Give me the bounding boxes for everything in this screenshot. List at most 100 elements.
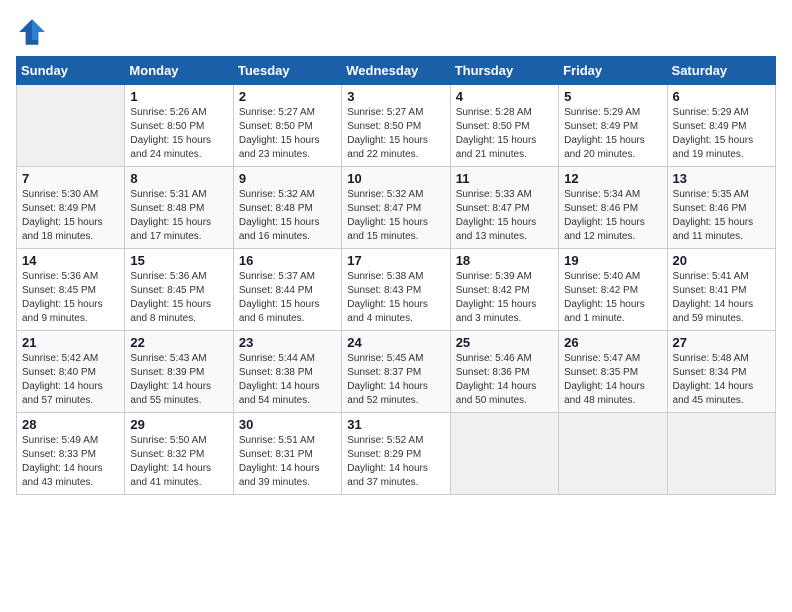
column-header-friday: Friday (559, 57, 667, 85)
logo (16, 16, 52, 48)
calendar-cell: 26 Sunrise: 5:47 AM Sunset: 8:35 PM Dayli… (559, 331, 667, 413)
calendar-cell: 27 Sunrise: 5:48 AM Sunset: 8:34 PM Dayli… (667, 331, 775, 413)
day-number: 29 (130, 417, 227, 432)
calendar-cell (17, 85, 125, 167)
day-info: Sunrise: 5:48 AM Sunset: 8:34 PM Dayligh… (673, 352, 770, 408)
calendar-cell: 6 Sunrise: 5:29 AM Sunset: 8:49 PM Daylig… (667, 85, 775, 167)
day-number: 15 (130, 253, 227, 268)
column-header-sunday: Sunday (17, 57, 125, 85)
day-number: 8 (130, 171, 227, 186)
day-number: 28 (22, 417, 119, 432)
page-header (16, 16, 776, 48)
calendar-cell: 25Sunrise: 5:46 AM Sunset: 8:36 PM Dayli… (450, 331, 558, 413)
day-number: 22 (130, 335, 227, 350)
day-info: Sunrise: 5:36 AM Sunset: 8:45 PM Dayligh… (22, 270, 119, 326)
day-info: Sunrise: 5:29 AM Sunset: 8:49 PM Dayligh… (673, 106, 770, 162)
calendar-cell: 21 Sunrise: 5:42 AM Sunset: 8:40 PM Dayli… (17, 331, 125, 413)
day-info: Sunrise: 5:42 AM Sunset: 8:40 PM Dayligh… (22, 352, 119, 408)
day-info: Sunrise: 5:29 AM Sunset: 8:49 PM Dayligh… (564, 106, 661, 162)
calendar-cell: 11 Sunrise: 5:33 AM Sunset: 8:47 PM Dayli… (450, 167, 558, 249)
calendar-cell: 10 Sunrise: 5:32 AM Sunset: 8:47 PM Dayli… (342, 167, 450, 249)
day-info: Sunrise: 5:45 AM Sunset: 8:37 PM Dayligh… (347, 352, 444, 408)
column-header-saturday: Saturday (667, 57, 775, 85)
day-info: Sunrise: 5:27 AM Sunset: 8:50 PM Dayligh… (239, 106, 336, 162)
day-number: 17 (347, 253, 444, 268)
day-info: Sunrise: 5:44 AM Sunset: 8:38 PM Dayligh… (239, 352, 336, 408)
calendar-cell: 7 Sunrise: 5:30 AM Sunset: 8:49 PM Daylig… (17, 167, 125, 249)
day-number: 24 (347, 335, 444, 350)
calendar-cell (667, 413, 775, 495)
calendar-cell: 30Sunrise: 5:51 AM Sunset: 8:31 PM Dayli… (233, 413, 341, 495)
week-row-5: 28 Sunrise: 5:49 AM Sunset: 8:33 PM Dayli… (17, 413, 776, 495)
day-info: Sunrise: 5:33 AM Sunset: 8:47 PM Dayligh… (456, 188, 553, 244)
calendar-cell: 1Sunrise: 5:26 AM Sunset: 8:50 PM Daylig… (125, 85, 233, 167)
day-info: Sunrise: 5:30 AM Sunset: 8:49 PM Dayligh… (22, 188, 119, 244)
calendar-cell: 15Sunrise: 5:36 AM Sunset: 8:45 PM Dayli… (125, 249, 233, 331)
calendar-table: SundayMondayTuesdayWednesdayThursdayFrid… (16, 56, 776, 495)
day-info: Sunrise: 5:38 AM Sunset: 8:43 PM Dayligh… (347, 270, 444, 326)
day-number: 4 (456, 89, 553, 104)
day-info: Sunrise: 5:40 AM Sunset: 8:42 PM Dayligh… (564, 270, 661, 326)
day-info: Sunrise: 5:27 AM Sunset: 8:50 PM Dayligh… (347, 106, 444, 162)
day-info: Sunrise: 5:50 AM Sunset: 8:32 PM Dayligh… (130, 434, 227, 490)
calendar-cell: 5Sunrise: 5:29 AM Sunset: 8:49 PM Daylig… (559, 85, 667, 167)
calendar-cell: 17 Sunrise: 5:38 AM Sunset: 8:43 PM Dayli… (342, 249, 450, 331)
day-number: 16 (239, 253, 336, 268)
day-number: 14 (22, 253, 119, 268)
calendar-cell: 12Sunrise: 5:34 AM Sunset: 8:46 PM Dayli… (559, 167, 667, 249)
day-number: 27 (673, 335, 770, 350)
calendar-cell: 24 Sunrise: 5:45 AM Sunset: 8:37 PM Dayli… (342, 331, 450, 413)
column-header-wednesday: Wednesday (342, 57, 450, 85)
day-number: 3 (347, 89, 444, 104)
column-header-monday: Monday (125, 57, 233, 85)
calendar-cell: 16 Sunrise: 5:37 AM Sunset: 8:44 PM Dayli… (233, 249, 341, 331)
column-header-thursday: Thursday (450, 57, 558, 85)
calendar-cell: 23Sunrise: 5:44 AM Sunset: 8:38 PM Dayli… (233, 331, 341, 413)
calendar-cell: 19 Sunrise: 5:40 AM Sunset: 8:42 PM Dayli… (559, 249, 667, 331)
day-info: Sunrise: 5:41 AM Sunset: 8:41 PM Dayligh… (673, 270, 770, 326)
week-row-2: 7 Sunrise: 5:30 AM Sunset: 8:49 PM Daylig… (17, 167, 776, 249)
calendar-cell: 3 Sunrise: 5:27 AM Sunset: 8:50 PM Daylig… (342, 85, 450, 167)
day-number: 19 (564, 253, 661, 268)
day-number: 1 (130, 89, 227, 104)
calendar-cell: 22 Sunrise: 5:43 AM Sunset: 8:39 PM Dayli… (125, 331, 233, 413)
day-info: Sunrise: 5:43 AM Sunset: 8:39 PM Dayligh… (130, 352, 227, 408)
day-number: 30 (239, 417, 336, 432)
day-number: 21 (22, 335, 119, 350)
day-info: Sunrise: 5:28 AM Sunset: 8:50 PM Dayligh… (456, 106, 553, 162)
day-number: 7 (22, 171, 119, 186)
week-row-3: 14 Sunrise: 5:36 AM Sunset: 8:45 PM Dayli… (17, 249, 776, 331)
day-info: Sunrise: 5:37 AM Sunset: 8:44 PM Dayligh… (239, 270, 336, 326)
day-number: 20 (673, 253, 770, 268)
day-number: 11 (456, 171, 553, 186)
day-number: 10 (347, 171, 444, 186)
column-header-tuesday: Tuesday (233, 57, 341, 85)
day-info: Sunrise: 5:49 AM Sunset: 8:33 PM Dayligh… (22, 434, 119, 490)
calendar-cell: 29 Sunrise: 5:50 AM Sunset: 8:32 PM Dayli… (125, 413, 233, 495)
calendar-cell: 20 Sunrise: 5:41 AM Sunset: 8:41 PM Dayli… (667, 249, 775, 331)
day-number: 13 (673, 171, 770, 186)
day-info: Sunrise: 5:39 AM Sunset: 8:42 PM Dayligh… (456, 270, 553, 326)
calendar-cell: 4 Sunrise: 5:28 AM Sunset: 8:50 PM Daylig… (450, 85, 558, 167)
day-number: 26 (564, 335, 661, 350)
day-number: 2 (239, 89, 336, 104)
day-info: Sunrise: 5:31 AM Sunset: 8:48 PM Dayligh… (130, 188, 227, 244)
calendar-cell: 13 Sunrise: 5:35 AM Sunset: 8:46 PM Dayli… (667, 167, 775, 249)
day-number: 9 (239, 171, 336, 186)
calendar-cell: 18 Sunrise: 5:39 AM Sunset: 8:42 PM Dayli… (450, 249, 558, 331)
calendar-cell: 9Sunrise: 5:32 AM Sunset: 8:48 PM Daylig… (233, 167, 341, 249)
day-number: 6 (673, 89, 770, 104)
day-number: 31 (347, 417, 444, 432)
calendar-cell: 14 Sunrise: 5:36 AM Sunset: 8:45 PM Dayli… (17, 249, 125, 331)
calendar-cell: 31Sunrise: 5:52 AM Sunset: 8:29 PM Dayli… (342, 413, 450, 495)
calendar-cell (559, 413, 667, 495)
day-info: Sunrise: 5:35 AM Sunset: 8:46 PM Dayligh… (673, 188, 770, 244)
header-row: SundayMondayTuesdayWednesdayThursdayFrid… (17, 57, 776, 85)
day-number: 25 (456, 335, 553, 350)
calendar-cell: 2 Sunrise: 5:27 AM Sunset: 8:50 PM Daylig… (233, 85, 341, 167)
day-info: Sunrise: 5:32 AM Sunset: 8:47 PM Dayligh… (347, 188, 444, 244)
week-row-1: 1Sunrise: 5:26 AM Sunset: 8:50 PM Daylig… (17, 85, 776, 167)
day-info: Sunrise: 5:47 AM Sunset: 8:35 PM Dayligh… (564, 352, 661, 408)
calendar-cell (450, 413, 558, 495)
day-number: 18 (456, 253, 553, 268)
